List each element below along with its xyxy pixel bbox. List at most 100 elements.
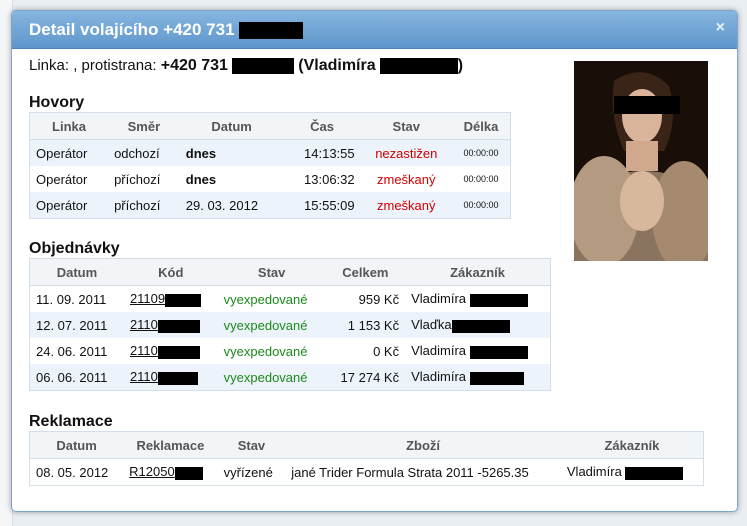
redaction-bar: [157, 371, 198, 385]
cell-delka: 00:00:00: [451, 192, 511, 219]
cell-delka: 00:00:00: [463, 174, 499, 184]
cell-smer: příchozí: [114, 171, 161, 187]
table-header-row: Datum Kód Stav Celkem Zákazník: [29, 258, 551, 286]
complaints-table: Datum Reklamace Stav Zboží Zákazník 08. …: [29, 431, 704, 486]
section-title-reklamace: Reklamace: [29, 413, 113, 430]
column-header[interactable]: Čas: [283, 112, 361, 140]
caller-photo: [574, 61, 708, 261]
dialog-title: Detail volajícího +420 731: [29, 20, 304, 40]
table-row[interactable]: Operátor příchozí 29. 03. 2012 15:55:09 …: [29, 192, 511, 219]
order-code-link[interactable]: 2110: [130, 369, 198, 385]
cell-datum: 29. 03. 2012: [179, 192, 284, 219]
cell-zbozi: jané Trider Formula Strata 2011 -5265.35: [291, 464, 529, 480]
cell-datum: 08. 05. 2012: [36, 464, 109, 480]
cell-delka: 00:00:00: [451, 139, 511, 166]
cell-celkem: 0 Kč: [373, 343, 400, 359]
cell-smer: příchozí: [108, 192, 180, 219]
column-header[interactable]: Reklamace: [123, 431, 218, 459]
column-header[interactable]: Stav: [217, 258, 326, 286]
cell-kod: 2110: [123, 364, 218, 391]
cell-linka: Operátor: [36, 171, 88, 187]
cell-celkem: 1 153 Kč: [325, 312, 406, 338]
cell-cas: 15:55:09: [283, 192, 361, 219]
cell-zakaznik: Vladimíra: [405, 364, 551, 391]
cell-cas: 14:13:55: [283, 139, 361, 166]
column-header[interactable]: Datum: [29, 431, 124, 459]
column-header[interactable]: Linka: [29, 112, 109, 140]
orders-table: Datum Kód Stav Celkem Zákazník 11. 09. 2…: [29, 258, 551, 391]
cell-linka: Operátor: [29, 192, 109, 219]
table-row[interactable]: 12. 07. 2011 2110 vyexpedované 1 153 Kč …: [29, 312, 551, 338]
close-icon[interactable]: ×: [716, 19, 725, 37]
order-code-link[interactable]: 2110: [130, 343, 200, 359]
column-header[interactable]: Směr: [108, 112, 180, 140]
section-title-objednavky: Objednávky: [29, 240, 120, 257]
table-row[interactable]: 11. 09. 2011 21109 vyexpedované 959 Kč V…: [30, 286, 551, 313]
redaction-bar: [157, 319, 200, 333]
cell-zakaznik: Vlaďka: [405, 312, 551, 338]
caller-detail-dialog: Detail volajícího +420 731 × Linka: , pr…: [11, 10, 738, 512]
dialog-titlebar[interactable]: Detail volajícího +420 731 ×: [12, 11, 737, 49]
redaction-bar: [239, 22, 304, 40]
cell-cas: 13:06:32: [304, 171, 355, 187]
cell-kod: 21109: [124, 286, 218, 313]
cell-datum: dnes: [179, 139, 284, 166]
redaction-bar: [469, 371, 524, 385]
redaction-bar: [469, 293, 528, 307]
column-header[interactable]: Stav: [360, 112, 452, 140]
order-code-link[interactable]: 2110: [130, 317, 200, 333]
cell-stav: vyexpedované: [217, 312, 326, 338]
column-header[interactable]: Celkem: [325, 258, 406, 286]
cell-zakaznik: Vladimíra: [405, 286, 550, 313]
table-header-row: Linka Směr Datum Čas Stav Délka: [29, 112, 511, 140]
redaction-bar: [232, 58, 295, 75]
cell-stav: vyřízené: [223, 464, 273, 480]
line-info: Linka: , protistrana: +420 731 (Vladimír…: [29, 57, 464, 75]
cell-stav: vyexpedované: [223, 343, 308, 359]
column-header[interactable]: Kód: [123, 258, 218, 286]
cell-smer: odchozí: [108, 139, 180, 166]
cell-datum: 12. 07. 2011: [29, 312, 124, 338]
column-header[interactable]: Zboží: [285, 431, 561, 459]
column-header[interactable]: Stav: [217, 431, 286, 459]
redaction-bar: [165, 293, 202, 307]
cell-stav: zmeškaný: [377, 171, 436, 187]
table-header-row: Datum Reklamace Stav Zboží Zákazník: [29, 431, 704, 459]
cell-reklamace: R12050: [123, 459, 218, 486]
cell-stav: zmeškaný: [360, 192, 452, 219]
cell-datum: 11. 09. 2011: [36, 291, 107, 307]
table-row[interactable]: 24. 06. 2011 2110 vyexpedované 0 Kč Vlad…: [30, 338, 551, 364]
cell-celkem: 959 Kč: [358, 291, 400, 307]
cell-zakaznik: Vladimíra: [405, 338, 550, 364]
section-title-hovory: Hovory: [29, 94, 85, 111]
redaction-bar: [625, 466, 684, 480]
column-header[interactable]: Zákazník: [405, 258, 551, 286]
column-header[interactable]: Zákazník: [560, 431, 704, 459]
cell-kod: 2110: [124, 338, 218, 364]
redaction-bar: [469, 345, 528, 359]
cell-datum: 24. 06. 2011: [36, 343, 108, 359]
cell-stav: vyexpedované: [223, 291, 308, 307]
cell-kod: 2110: [123, 312, 218, 338]
table-row[interactable]: 08. 05. 2012 R12050 vyřízené jané Trider…: [30, 459, 704, 486]
column-header[interactable]: Datum: [179, 112, 284, 140]
table-row[interactable]: 06. 06. 2011 2110 vyexpedované 17 274 Kč…: [29, 364, 551, 391]
table-row[interactable]: Operátor příchozí dnes 13:06:32 zmeškaný…: [30, 166, 511, 192]
cell-datum: dnes: [185, 171, 217, 187]
redaction-bar: [451, 319, 510, 333]
cell-datum: 06. 06. 2011: [29, 364, 124, 391]
table-row[interactable]: Operátor odchozí dnes 14:13:55 nezastiže…: [29, 139, 511, 166]
redaction-bar: [379, 58, 458, 75]
cell-linka: Operátor: [29, 139, 109, 166]
column-header[interactable]: Datum: [29, 258, 124, 286]
cell-zakaznik: Vladimíra: [561, 459, 704, 486]
calls-table: Linka Směr Datum Čas Stav Délka Operátor…: [29, 112, 511, 219]
column-header[interactable]: Délka: [451, 112, 511, 140]
cell-stav: nezastižen: [360, 139, 452, 166]
complaint-code-link[interactable]: R12050: [129, 464, 203, 480]
order-code-link[interactable]: 21109: [130, 291, 202, 307]
redaction-bar: [157, 345, 200, 359]
cell-celkem: 17 274 Kč: [325, 364, 406, 391]
redaction-bar: [174, 466, 203, 480]
cell-stav: vyexpedované: [217, 364, 326, 391]
